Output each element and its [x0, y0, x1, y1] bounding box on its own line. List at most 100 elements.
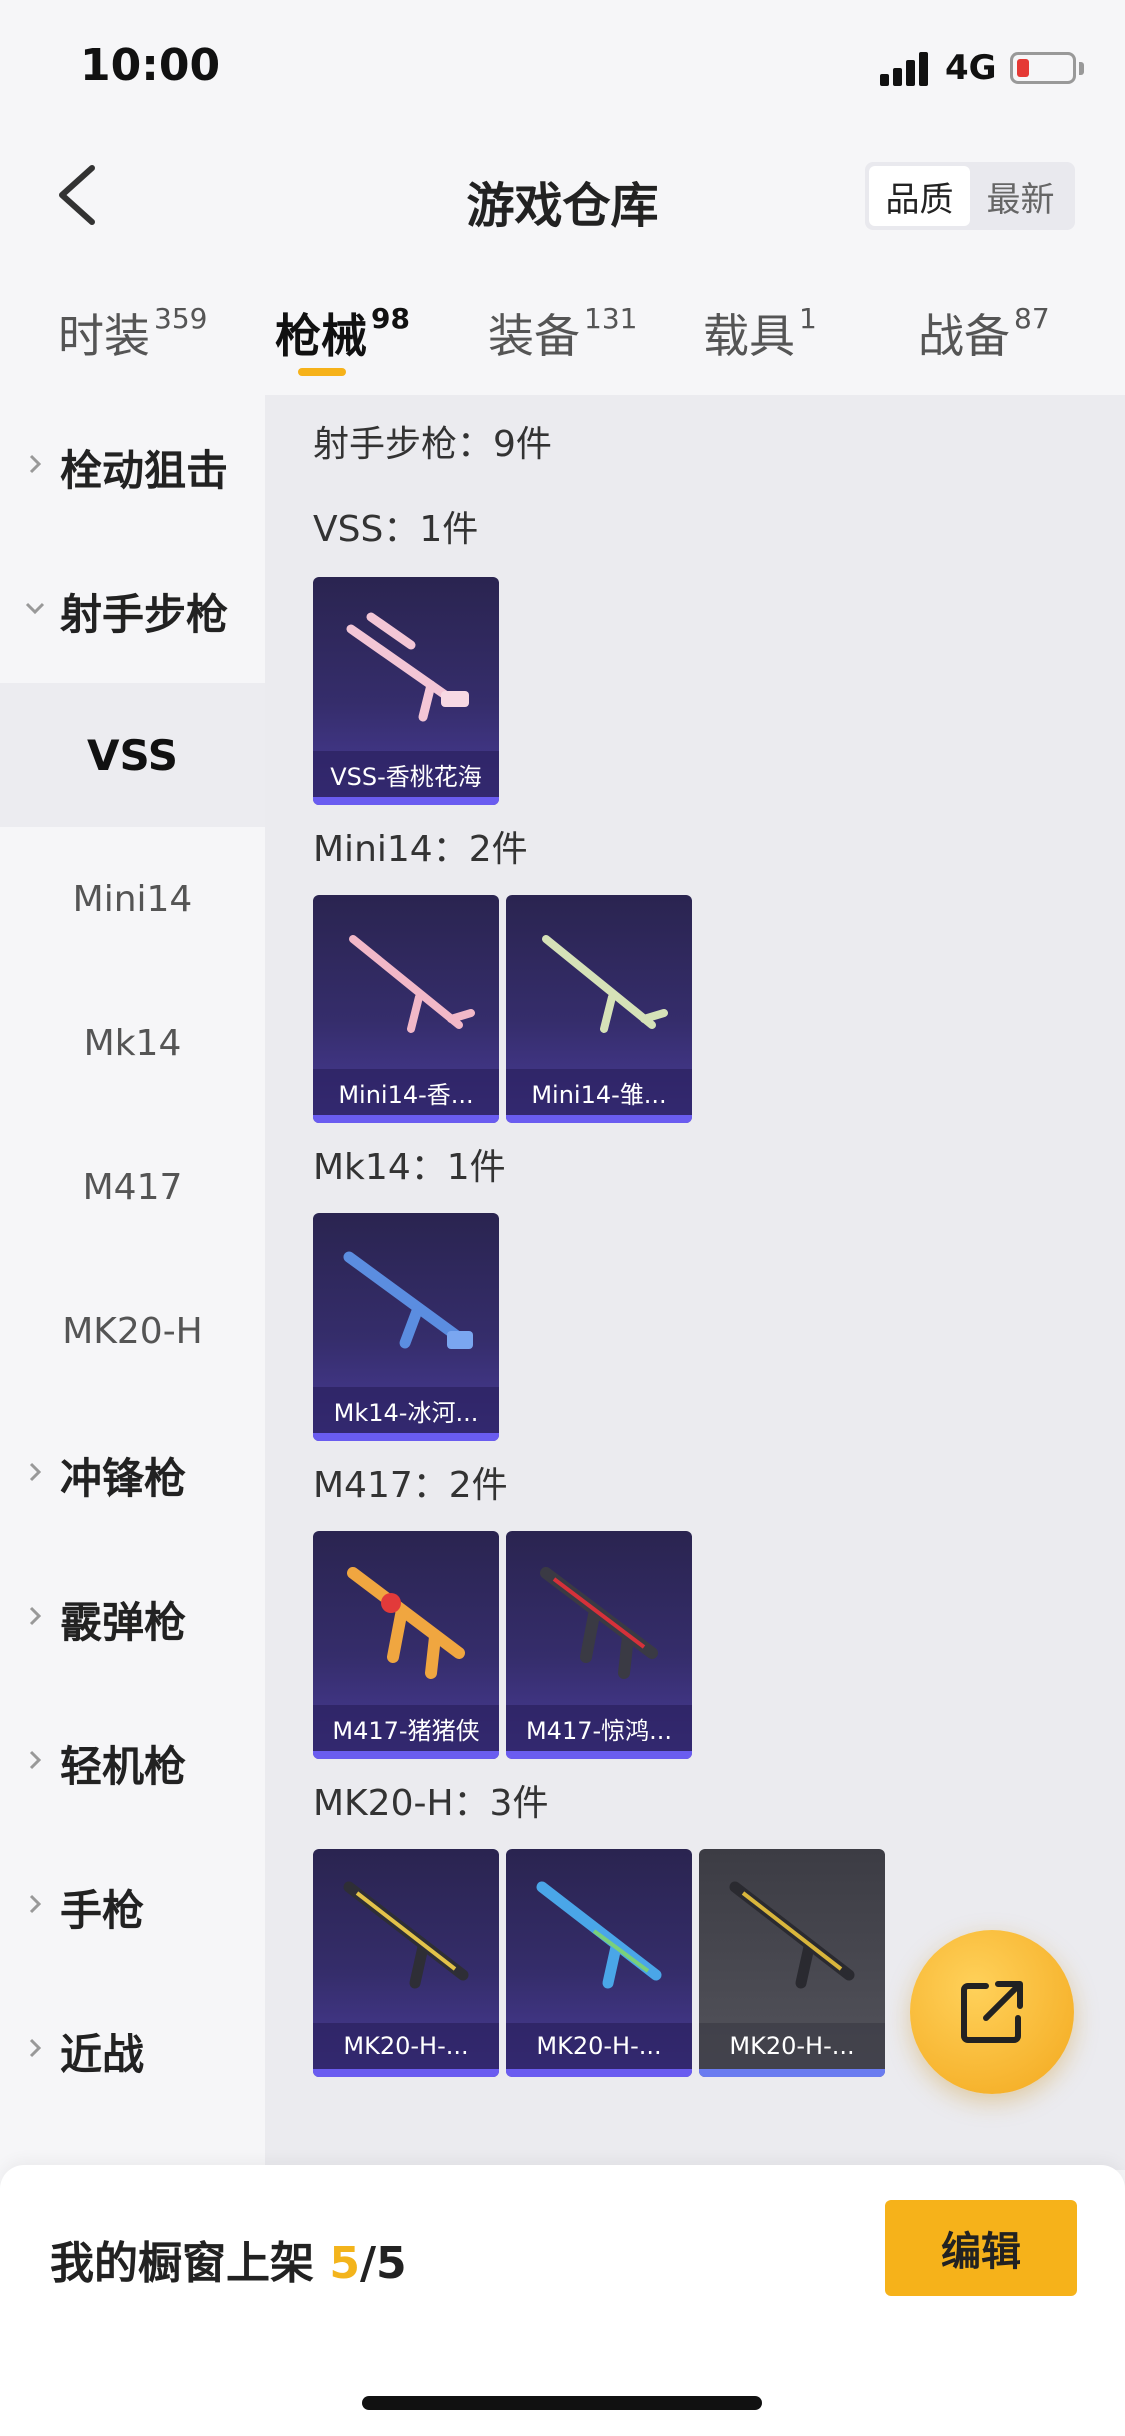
tab-fashion[interactable]: 时装 359 [58, 300, 207, 366]
chevron-right-icon [29, 1750, 42, 1770]
tab-label: 装备 [488, 309, 580, 363]
rifle-icon [536, 1881, 662, 1989]
battery-icon [1010, 52, 1076, 84]
tab-count: 131 [584, 302, 638, 335]
item-card-label: M417-猪猪侠 [313, 1705, 499, 1751]
showcase-status: 我的橱窗上架 5/5 [50, 2227, 407, 2291]
edit-button[interactable]: 编辑 [885, 2200, 1077, 2296]
sidebar-item-mk20h[interactable]: MK20-H [0, 1259, 265, 1403]
sidebar-group-pistol[interactable]: 手枪 [0, 1835, 265, 1979]
item-grid: 射手步枪：9件 VSS：1件 VSS-香桃花海 Mini14：2件 Mini14… [265, 395, 1125, 2170]
sidebar-group-label: 栓动狙击 [60, 445, 229, 495]
tab-supplies[interactable]: 战备 87 [918, 300, 1050, 366]
item-card[interactable]: Mini14-香... [313, 895, 499, 1123]
sidebar-item-mini14[interactable]: Mini14 [0, 827, 265, 971]
sidebar-group-label: 霰弹枪 [60, 1597, 187, 1647]
tab-firearms[interactable]: 枪械 98 [275, 300, 410, 366]
rifle-icon [542, 935, 668, 1033]
battery-cap [1079, 62, 1084, 75]
sidebar-item-label: Mini14 [72, 878, 193, 920]
chevron-right-icon [29, 1462, 42, 1482]
chevron-down-icon [25, 602, 45, 615]
rifle-icon [349, 935, 475, 1033]
rifle-icon [540, 1567, 658, 1679]
sidebar-item-label: M417 [82, 1166, 183, 1208]
item-card-label: MK20-H-... [506, 2023, 692, 2069]
section-title: MK20-H：3件 [313, 1783, 549, 1824]
status-bar: 10:00 4G [0, 0, 1125, 130]
sidebar-group-label: 轻机枪 [60, 1741, 187, 1791]
sidebar-item-label: MK20-H [62, 1310, 203, 1352]
tab-count: 98 [371, 302, 410, 335]
sidebar-group-label: 近战 [60, 2029, 145, 2079]
section-title: Mk14：1件 [313, 1147, 506, 1188]
tab-equipment[interactable]: 装备 131 [488, 300, 637, 366]
sidebar-group-label: 冲锋枪 [60, 1453, 187, 1503]
sort-newest-button[interactable]: 最新 [970, 166, 1071, 226]
share-button[interactable] [910, 1930, 1074, 2094]
sidebar-group-label: 手枪 [60, 1885, 145, 1935]
network-type: 4G [945, 48, 997, 88]
tab-count: 1 [799, 302, 817, 335]
sidebar: 栓动狙击 射手步枪 VSS Mini14 Mk14 M417 MK20-H 冲锋… [0, 395, 265, 2170]
section-title: VSS：1件 [313, 509, 479, 550]
rifle-icon [347, 1567, 465, 1679]
active-tab-indicator [298, 368, 346, 376]
signal-icon [880, 50, 936, 86]
section-title: M417：2件 [313, 1465, 508, 1506]
sidebar-item-label: VSS [86, 730, 179, 780]
share-external-icon [961, 1981, 1023, 2043]
item-card-label: M417-惊鸿... [506, 1705, 692, 1751]
sidebar-item-m417[interactable]: M417 [0, 1115, 265, 1259]
sidebar-group-marksman-rifle[interactable]: 射手步枪 [0, 539, 265, 683]
tab-count: 359 [154, 302, 208, 335]
section-title: Mini14：2件 [313, 829, 528, 870]
chevron-right-icon [29, 2038, 42, 2058]
rifle-icon [343, 1881, 469, 1989]
tab-label: 时装 [58, 309, 150, 363]
sort-toggle: 品质 最新 [865, 162, 1075, 230]
sidebar-group-melee[interactable]: 近战 [0, 1979, 265, 2123]
chevron-right-icon [29, 1894, 42, 1914]
showcase-total-count: /5 [359, 2238, 407, 2289]
item-card-label: MK20-H-... [699, 2023, 885, 2069]
item-card-label: Mini14-香... [313, 1069, 499, 1115]
chevron-right-icon [29, 454, 42, 474]
sidebar-group-shotgun[interactable]: 霰弹枪 [0, 1547, 265, 1691]
tab-count: 87 [1014, 302, 1050, 335]
sidebar-group-lmg[interactable]: 轻机枪 [0, 1691, 265, 1835]
item-card[interactable]: M417-惊鸿... [506, 1531, 692, 1759]
sidebar-group-label: 射手步枪 [60, 589, 229, 639]
item-card[interactable]: M417-猪猪侠 [313, 1531, 499, 1759]
item-card-label: VSS-香桃花海 [313, 751, 499, 797]
showcase-label: 我的橱窗上架 [50, 2238, 314, 2289]
sidebar-item-label: Mk14 [83, 1022, 182, 1064]
category-tabs: 时装 359 枪械 98 装备 131 载具 1 战备 87 [0, 290, 1125, 390]
item-card[interactable]: VSS-香桃花海 [313, 577, 499, 805]
tab-label: 战备 [918, 309, 1010, 363]
sort-quality-button[interactable]: 品质 [869, 166, 970, 226]
tab-vehicles[interactable]: 载具 1 [703, 300, 817, 366]
showcase-current-count: 5 [329, 2238, 360, 2289]
category-header: 射手步枪：9件 [313, 424, 552, 465]
sidebar-item-vss[interactable]: VSS [0, 683, 265, 827]
item-card[interactable]: Mk14-冰河... [313, 1213, 499, 1441]
home-indicator [362, 2396, 762, 2410]
rifle-icon [729, 1881, 855, 1989]
tab-label: 载具 [703, 309, 795, 363]
sidebar-group-bolt-sniper[interactable]: 栓动狙击 [0, 395, 265, 539]
sidebar-group-smg[interactable]: 冲锋枪 [0, 1403, 265, 1547]
item-card[interactable]: MK20-H-... [506, 1849, 692, 2077]
item-card-label: Mk14-冰河... [313, 1387, 499, 1433]
sidebar-item-mk14[interactable]: Mk14 [0, 971, 265, 1115]
sidebar-group-other[interactable]: 其他 [0, 2123, 265, 2170]
item-card[interactable]: Mini14-雏... [506, 895, 692, 1123]
status-time: 10:00 [80, 40, 221, 91]
item-card[interactable]: MK20-H-... [313, 1849, 499, 2077]
item-card-label: MK20-H-... [313, 2023, 499, 2069]
chevron-right-icon [29, 1606, 42, 1626]
header: 游戏仓库 品质 最新 [0, 130, 1125, 260]
item-card[interactable]: MK20-H-... [699, 1849, 885, 2077]
tab-label: 枪械 [275, 309, 367, 363]
item-card-label: Mini14-雏... [506, 1069, 692, 1115]
